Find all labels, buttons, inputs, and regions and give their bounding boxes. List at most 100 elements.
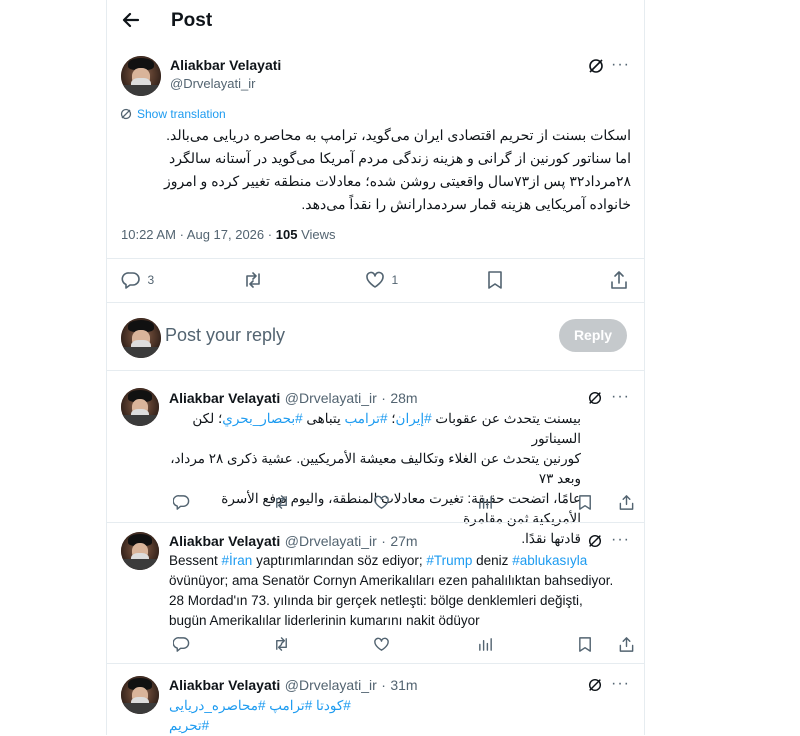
heart-icon[interactable] <box>373 494 390 511</box>
grok-icon[interactable] <box>587 533 603 549</box>
hashtag-link[interactable]: #ترامب <box>345 411 388 426</box>
text-segment: Bessent <box>169 553 222 568</box>
avatar[interactable] <box>121 388 159 426</box>
reply-text: #کودتا #ترامپ #محاصره_دریایی #تحریم <box>169 696 389 736</box>
divider <box>107 663 644 664</box>
hashtag-link[interactable]: #بحصار_بحري <box>222 411 302 426</box>
divider <box>107 302 644 303</box>
text-line: bugün Amerikalılar liderlerinin kumarını… <box>169 611 629 631</box>
like-button[interactable]: 1 <box>365 270 398 290</box>
post-time[interactable]: 10:22 AM <box>121 227 176 242</box>
reply-input[interactable]: Post your reply <box>165 325 285 346</box>
text-line: 28 Mordad'ın 73. yılında bir gerçek netl… <box>169 591 629 611</box>
reply-time[interactable]: 28m <box>390 390 417 406</box>
post-line: خانواده آمریکایی هزینه قمار سردمدارانش ر… <box>301 196 631 212</box>
text-line: Bessent #İran yaptırımlarından söz ediyo… <box>169 551 629 571</box>
more-icon[interactable]: ··· <box>611 388 630 406</box>
share-icon[interactable] <box>618 636 635 653</box>
reply-text: بيسنت يتحدث عن عقوبات #إيران؛ #ترامب يتب… <box>169 409 581 549</box>
reply-icon[interactable] <box>173 636 190 653</box>
text-segment: övünüyor; ama Senatör Cornyn Amerikalıla… <box>169 573 614 588</box>
hashtag-link[interactable]: #تحریم <box>169 718 209 733</box>
text-segment: bugün Amerikalılar liderlerinin kumarını… <box>169 613 480 628</box>
post-line: ۲۸مرداد۳۲ پس از۷۳سال واقعیتی روشن شده؛ م… <box>164 173 631 189</box>
hashtag-link[interactable]: #Trump <box>426 553 472 568</box>
repost-icon[interactable] <box>273 636 290 653</box>
views-label: Views <box>301 227 336 242</box>
like-count: 1 <box>391 273 399 287</box>
text-segment: yaptırımlarından söz ediyor; <box>252 553 427 568</box>
show-translation-link[interactable]: Show translation <box>120 107 226 121</box>
reply-header: Aliakbar Velayati @Drvelayati_ir · 28m <box>169 390 418 406</box>
text-line: كورنين يتحدث عن الغلاء وتكاليف معيشة الأ… <box>169 449 581 489</box>
reply-text: Bessent #İran yaptırımlarından söz ediyo… <box>169 551 629 631</box>
grok-icon[interactable] <box>587 57 605 75</box>
bookmark-icon[interactable] <box>577 494 594 511</box>
hashtag-link[interactable]: #ترامپ <box>269 698 312 713</box>
author-name[interactable]: Aliakbar Velayati <box>169 677 280 693</box>
author-name[interactable]: Aliakbar Velayati <box>169 390 280 406</box>
share-icon[interactable] <box>609 270 629 290</box>
repost-icon[interactable] <box>273 494 290 511</box>
hashtag-link[interactable]: #محاصره_دریایی <box>169 698 265 713</box>
more-icon[interactable]: ··· <box>611 675 630 693</box>
repost-icon[interactable] <box>242 270 264 290</box>
author-name[interactable]: Aliakbar Velayati <box>170 57 281 73</box>
arrow-left-icon[interactable] <box>121 10 141 30</box>
post-column: Post Aliakbar Velayati @Drvelayati_ir ··… <box>106 0 645 735</box>
text-segment: بيسنت يتحدث عن عقوبات <box>431 411 581 426</box>
reply-icon <box>121 272 140 289</box>
more-icon[interactable]: ··· <box>611 56 630 74</box>
post-line: اما سناتور کورنین از گرانی و هزینه زندگی… <box>169 150 631 166</box>
hashtag-link[interactable]: #إيران <box>396 411 432 426</box>
share-icon[interactable] <box>618 494 635 511</box>
views-icon[interactable] <box>477 636 494 653</box>
avatar[interactable] <box>121 676 159 714</box>
reply-time[interactable]: 31m <box>390 677 417 693</box>
grok-icon[interactable] <box>587 390 603 406</box>
show-translation-label: Show translation <box>137 107 226 121</box>
text-segment: يتباهى <box>302 411 345 426</box>
divider <box>107 258 644 259</box>
author-handle[interactable]: @Drvelayati_ir <box>285 390 377 406</box>
divider <box>107 522 644 523</box>
reply-time[interactable]: 27m <box>390 533 417 549</box>
divider <box>107 370 644 371</box>
avatar[interactable] <box>121 56 161 96</box>
grok-icon[interactable] <box>587 677 603 693</box>
reply-header: Aliakbar Velayati @Drvelayati_ir · 27m <box>169 533 418 549</box>
avatar[interactable] <box>121 532 159 570</box>
text-segment: ؛ <box>387 411 396 426</box>
text-segment: كورنين يتحدث عن الغلاء وتكاليف معيشة الأ… <box>170 451 581 486</box>
page-title: Post <box>171 10 213 31</box>
bookmark-icon[interactable] <box>486 270 504 290</box>
post-text: اسکات بسنت از تحریم اقتصادی ایران می‌گوی… <box>121 124 631 216</box>
translate-icon <box>120 108 132 120</box>
hashtag-link[interactable]: #İran <box>222 553 253 568</box>
author-name[interactable]: Aliakbar Velayati <box>169 533 280 549</box>
post-line: اسکات بسنت از تحریم اقتصادی ایران می‌گوی… <box>166 127 631 143</box>
author-handle[interactable]: @Drvelayati_ir <box>285 533 377 549</box>
hashtag-link[interactable]: #کودتا <box>316 698 351 713</box>
reply-button[interactable]: 3 <box>121 270 154 290</box>
top-header: Post <box>107 0 644 44</box>
text-line: #کودتا #ترامپ #محاصره_دریایی #تحریم <box>169 696 389 736</box>
views-icon[interactable] <box>477 494 494 511</box>
author-handle[interactable]: @Drvelayati_ir <box>285 677 377 693</box>
reply-header: Aliakbar Velayati @Drvelayati_ir · 31m <box>169 677 418 693</box>
hashtag-link[interactable]: #ablukasıyla <box>512 553 587 568</box>
heart-icon[interactable] <box>373 636 390 653</box>
reply-count: 3 <box>147 273 155 287</box>
post-date[interactable]: Aug 17, 2026 <box>187 227 264 242</box>
reply-icon[interactable] <box>173 494 190 511</box>
reply-submit-button[interactable]: Reply <box>559 319 627 352</box>
heart-icon <box>366 271 384 288</box>
author-handle[interactable]: @Drvelayati_ir <box>170 76 255 91</box>
text-segment: قادتها نقدًا. <box>521 531 581 546</box>
more-icon[interactable]: ··· <box>611 531 630 549</box>
bookmark-icon[interactable] <box>577 636 594 653</box>
text-line: بيسنت يتحدث عن عقوبات #إيران؛ #ترامب يتب… <box>169 409 581 449</box>
views-count: 105 <box>275 227 298 242</box>
text-line: övünüyor; ama Senatör Cornyn Amerikalıla… <box>169 571 629 591</box>
avatar <box>121 318 161 358</box>
